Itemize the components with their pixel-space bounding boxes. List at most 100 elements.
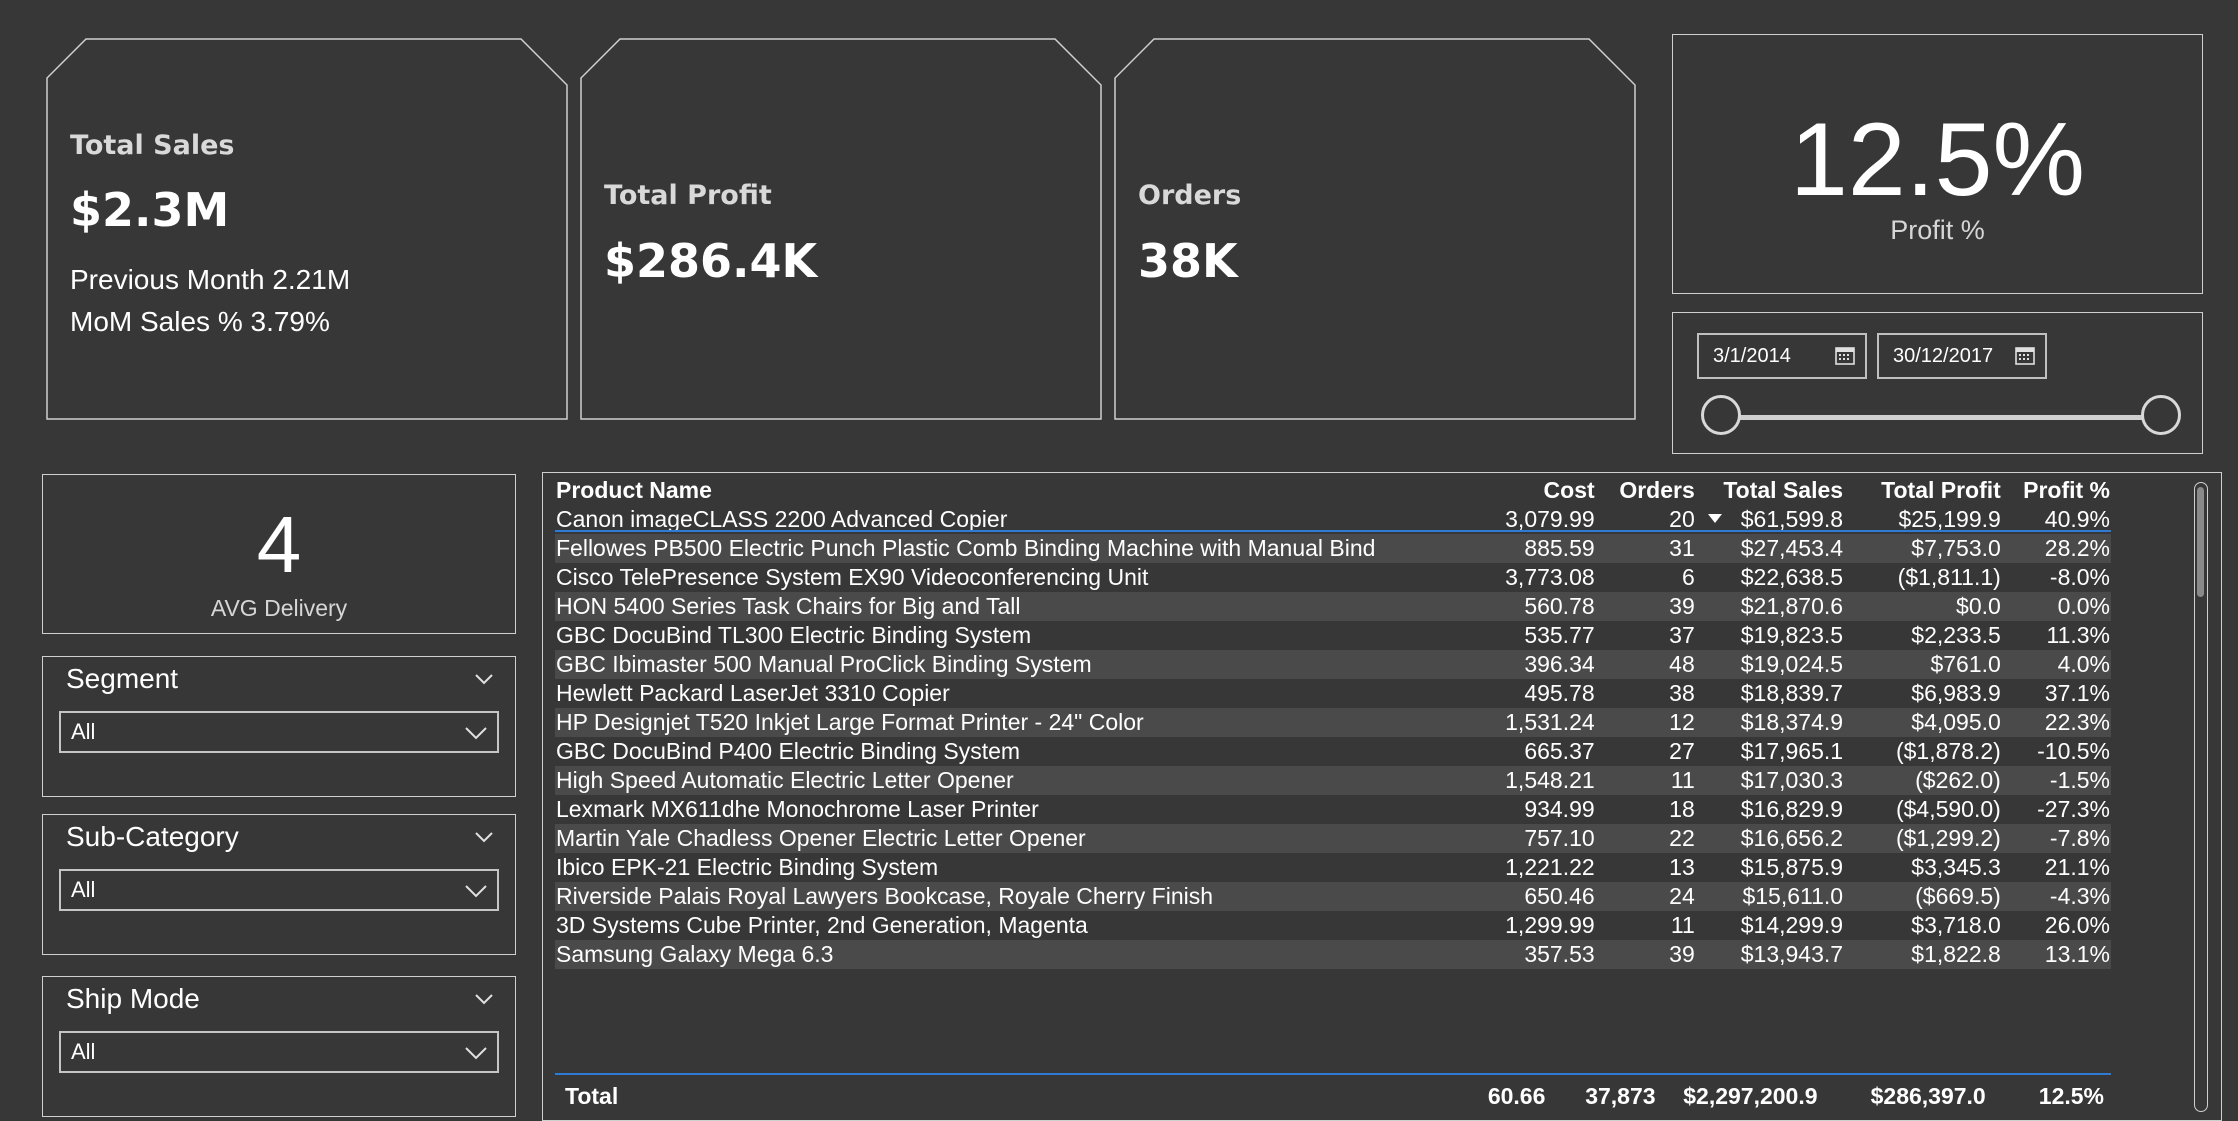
table-cell: 22 — [1595, 824, 1696, 853]
card-frame — [580, 38, 1102, 420]
profit-percent-value: 12.5% — [1790, 102, 2085, 218]
chevron-down-icon[interactable] — [465, 1046, 487, 1060]
table-row[interactable]: Cisco TelePresence System EX90 Videoconf… — [555, 563, 2111, 592]
table-cell: GBC DocuBind TL300 Electric Binding Syst… — [555, 621, 1458, 650]
table-header-row: Product Name Cost Orders Total Sales Tot… — [555, 476, 2111, 523]
table-row[interactable]: GBC DocuBind TL300 Electric Binding Syst… — [555, 621, 2111, 650]
column-header-total-profit[interactable]: Total Profit — [1844, 476, 2002, 505]
table-row[interactable]: HON 5400 Series Task Chairs for Big and … — [555, 592, 2111, 621]
table-cell: -8.0% — [2001, 563, 2111, 592]
table-cell: -27.3% — [2001, 795, 2111, 824]
table-cell: 650.46 — [1457, 882, 1596, 911]
chevron-down-icon[interactable] — [475, 831, 493, 843]
table-row[interactable]: Ibico EPK-21 Electric Binding System 1,22… — [555, 853, 2111, 882]
table-row[interactable]: Lexmark MX611dhe Monochrome Laser Printe… — [555, 795, 2111, 824]
sort-descending-icon[interactable] — [1707, 514, 1722, 523]
table-cell: 4.0% — [2001, 650, 2111, 679]
total-cost: 60.66 — [1487, 1082, 1546, 1109]
end-date-input[interactable]: 30/12/2017 — [1877, 333, 2047, 379]
table-cell: 18 — [1595, 795, 1696, 824]
slider-track[interactable] — [1723, 415, 2159, 420]
slider-end-handle[interactable] — [2141, 395, 2181, 435]
table-cell: 28.2% — [2001, 534, 2111, 563]
product-table: Product Name Cost Orders Total Sales Tot… — [555, 476, 2111, 969]
table-cell: ($262.0) — [1844, 766, 2002, 795]
table-cell: 1,531.24 — [1457, 708, 1596, 737]
dropdown-value: All — [71, 1039, 96, 1064]
table-cell: -1.5% — [2001, 766, 2111, 795]
table-row[interactable]: GBC DocuBind P400 Electric Binding Syste… — [555, 737, 2111, 766]
chevron-down-icon[interactable] — [475, 993, 493, 1005]
table-cell: 1,548.21 — [1457, 766, 1596, 795]
table-cell: $27,453.4 — [1695, 534, 1845, 563]
table-cell: 24 — [1595, 882, 1696, 911]
table-row[interactable]: 3D Systems Cube Printer, 2nd Generation,… — [555, 911, 2111, 940]
ship-mode-dropdown[interactable]: All — [59, 1031, 499, 1073]
table-row[interactable]: Fellowes PB500 Electric Punch Plastic Co… — [555, 534, 2111, 563]
segment-slicer: Segment All — [42, 656, 516, 797]
start-date-input[interactable]: 3/1/2014 — [1697, 333, 1867, 379]
column-header-total-sales[interactable]: Total Sales — [1696, 476, 1844, 523]
table-cell: 39 — [1595, 592, 1696, 621]
table-row[interactable]: High Speed Automatic Electric Letter Ope… — [555, 766, 2111, 795]
calendar-icon[interactable] — [2015, 345, 2035, 365]
table-row[interactable]: Riverside Palais Royal Lawyers Bookcase,… — [555, 882, 2111, 911]
chevron-down-icon[interactable] — [465, 726, 487, 740]
table-cell: $21,870.6 — [1695, 592, 1845, 621]
table-cell: Hewlett Packard LaserJet 3310 Copier — [555, 679, 1458, 708]
table-row[interactable]: HP Designjet T520 Inkjet Large Format Pr… — [555, 708, 2111, 737]
calendar-icon[interactable] — [1835, 345, 1855, 365]
table-cell: 27 — [1595, 737, 1696, 766]
table-row[interactable]: Samsung Galaxy Mega 6.3 357.53 39 $13,943.7… — [555, 940, 2111, 969]
table-cell: $16,829.9 — [1695, 795, 1845, 824]
table-cell: -4.3% — [2001, 882, 2111, 911]
start-date-text: 3/1/2014 — [1713, 345, 1791, 367]
table-cell: 495.78 — [1457, 679, 1596, 708]
dropdown-value: All — [71, 719, 96, 744]
table-row[interactable]: Martin Yale Chadless Opener Electric Let… — [555, 824, 2111, 853]
table-cell: Riverside Palais Royal Lawyers Bookcase,… — [555, 882, 1458, 911]
table-cell: 535.77 — [1457, 621, 1596, 650]
table-cell: $18,839.7 — [1695, 679, 1845, 708]
total-separator — [555, 1073, 2111, 1075]
scrollbar-thumb[interactable] — [2197, 487, 2204, 597]
avg-delivery-card: 4 AVG Delivery — [42, 474, 516, 634]
table-cell: Samsung Galaxy Mega 6.3 — [555, 940, 1458, 969]
total-profit-pct: 12.5% — [2038, 1082, 2104, 1109]
column-header-cost[interactable]: Cost — [1458, 476, 1596, 505]
column-header-orders[interactable]: Orders — [1596, 476, 1696, 505]
table-scrollbar[interactable] — [2194, 482, 2208, 1112]
chevron-down-icon[interactable] — [465, 884, 487, 898]
table-cell: $16,656.2 — [1695, 824, 1845, 853]
kpi-title: Total Profit — [604, 180, 772, 211]
product-table-scroll[interactable]: Product Name Cost Orders Total Sales Tot… — [555, 476, 2111, 1076]
segment-dropdown[interactable]: All — [59, 711, 499, 753]
table-cell: GBC DocuBind P400 Electric Binding Syste… — [555, 737, 1458, 766]
chevron-down-icon[interactable] — [475, 673, 493, 685]
table-cell: 22.3% — [2001, 708, 2111, 737]
avg-delivery-value: 4 — [256, 500, 302, 589]
sub-category-dropdown[interactable]: All — [59, 869, 499, 911]
table-cell: 665.37 — [1457, 737, 1596, 766]
table-cell: 13.1% — [2001, 940, 2111, 969]
mom-sales-text: MoM Sales % 3.79% — [70, 306, 330, 337]
column-header-profit-pct[interactable]: Profit % — [2002, 476, 2111, 505]
table-cell: $4,095.0 — [1844, 708, 2002, 737]
profit-percent-card: 12.5% Profit % — [1672, 34, 2203, 294]
column-header-product-name[interactable]: Product Name — [555, 476, 1458, 505]
slider-start-handle[interactable] — [1701, 395, 1741, 435]
slicer-title: Sub-Category — [66, 821, 239, 852]
table-cell: $1,822.8 — [1844, 940, 2002, 969]
table-cell: $15,875.9 — [1695, 853, 1845, 882]
slicer-title: Ship Mode — [66, 983, 200, 1014]
table-row[interactable]: GBC Ibimaster 500 Manual ProClick Bindin… — [555, 650, 2111, 679]
table-cell: $22,638.5 — [1695, 563, 1845, 592]
table-cell: $18,374.9 — [1695, 708, 1845, 737]
table-cell: Cisco TelePresence System EX90 Videoconf… — [555, 563, 1458, 592]
table-cell: ($1,878.2) — [1844, 737, 2002, 766]
table-row[interactable]: Hewlett Packard LaserJet 3310 Copier 495.… — [555, 679, 2111, 708]
table-cell: $15,611.0 — [1695, 882, 1845, 911]
table-cell: -10.5% — [2001, 737, 2111, 766]
table-cell: HON 5400 Series Task Chairs for Big and … — [555, 592, 1458, 621]
table-cell: Fellowes PB500 Electric Punch Plastic Co… — [555, 534, 1458, 563]
